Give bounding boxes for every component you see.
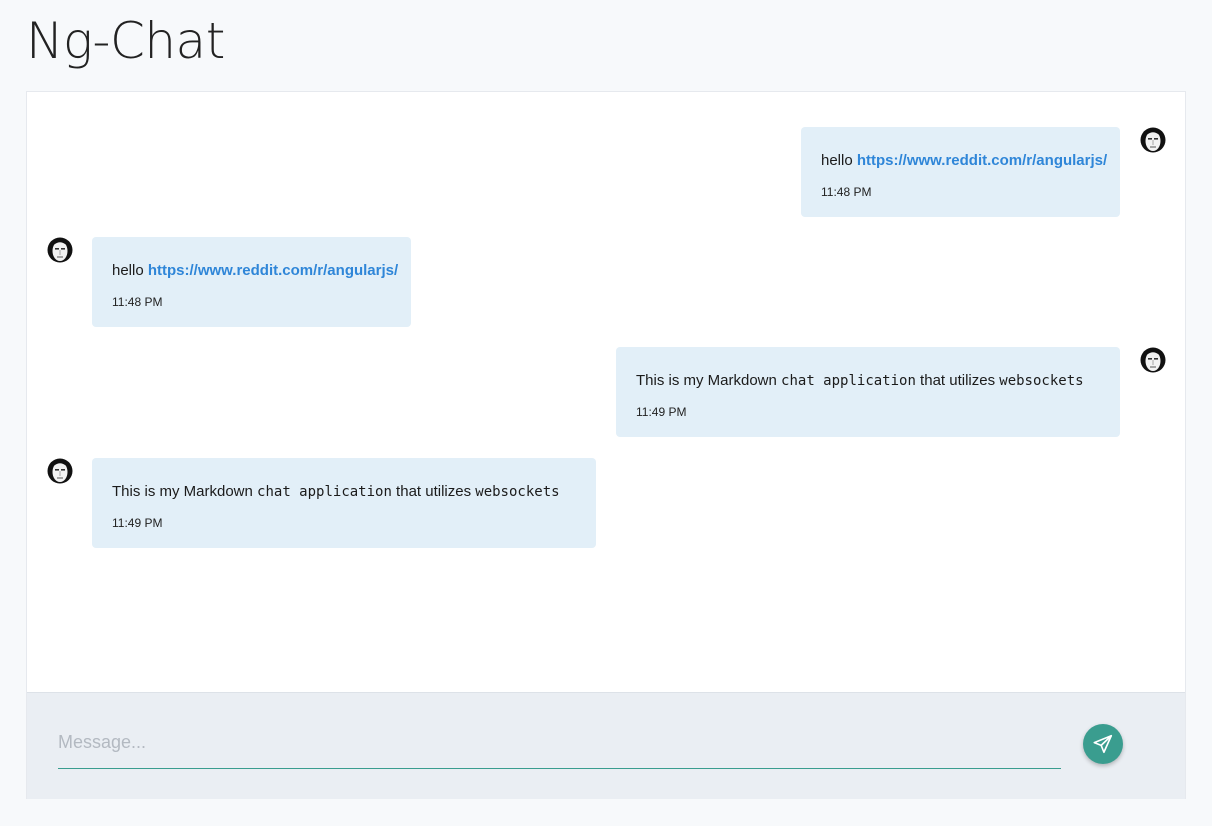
message-input[interactable] (58, 717, 1061, 769)
chat-panel: hello https://www.reddit.com/r/angularjs… (26, 91, 1186, 799)
message-text: This is my Markdown chat application tha… (112, 482, 576, 502)
message-list[interactable]: hello https://www.reddit.com/r/angularjs… (27, 92, 1185, 692)
message-timestamp: 11:48 PM (112, 295, 163, 309)
inline-code: chat application (257, 484, 392, 500)
message-bubble: This is my Markdown chat application tha… (92, 458, 596, 548)
composer-bar (27, 692, 1185, 799)
message-text: This is my Markdown chat application tha… (636, 371, 1100, 391)
message-text-segment: This is my Markdown (112, 483, 258, 500)
user-avatar-icon[interactable] (47, 237, 73, 263)
message-text-segment: that utilizes (915, 372, 1000, 389)
user-avatar-icon[interactable] (1140, 347, 1166, 373)
message-text-segment: This is my Markdown (636, 372, 782, 389)
send-icon (1093, 734, 1113, 754)
message-text-segment: that utilizes (391, 483, 476, 500)
inline-code: websockets (475, 484, 560, 500)
send-button[interactable] (1083, 724, 1123, 764)
page-title: Ng-Chat (26, 12, 225, 70)
message-text: hello https://www.reddit.com/r/angularjs… (821, 151, 1107, 171)
inline-code: chat application (781, 373, 916, 389)
user-avatar-icon[interactable] (47, 458, 73, 484)
message-timestamp: 11:49 PM (112, 516, 163, 530)
message-timestamp: 11:49 PM (636, 405, 687, 419)
message-text-segment: hello (821, 152, 857, 169)
message-link[interactable]: https://www.reddit.com/r/angularjs/ (148, 262, 398, 279)
inline-code: websockets (999, 373, 1084, 389)
message-bubble: hello https://www.reddit.com/r/angularjs… (801, 127, 1120, 217)
message-bubble: hello https://www.reddit.com/r/angularjs… (92, 237, 411, 327)
user-avatar-icon[interactable] (1140, 127, 1166, 153)
message-bubble: This is my Markdown chat application tha… (616, 347, 1120, 437)
message-timestamp: 11:48 PM (821, 185, 872, 199)
message-link[interactable]: https://www.reddit.com/r/angularjs/ (857, 152, 1107, 169)
message-text: hello https://www.reddit.com/r/angularjs… (112, 261, 398, 281)
message-text-segment: hello (112, 262, 148, 279)
